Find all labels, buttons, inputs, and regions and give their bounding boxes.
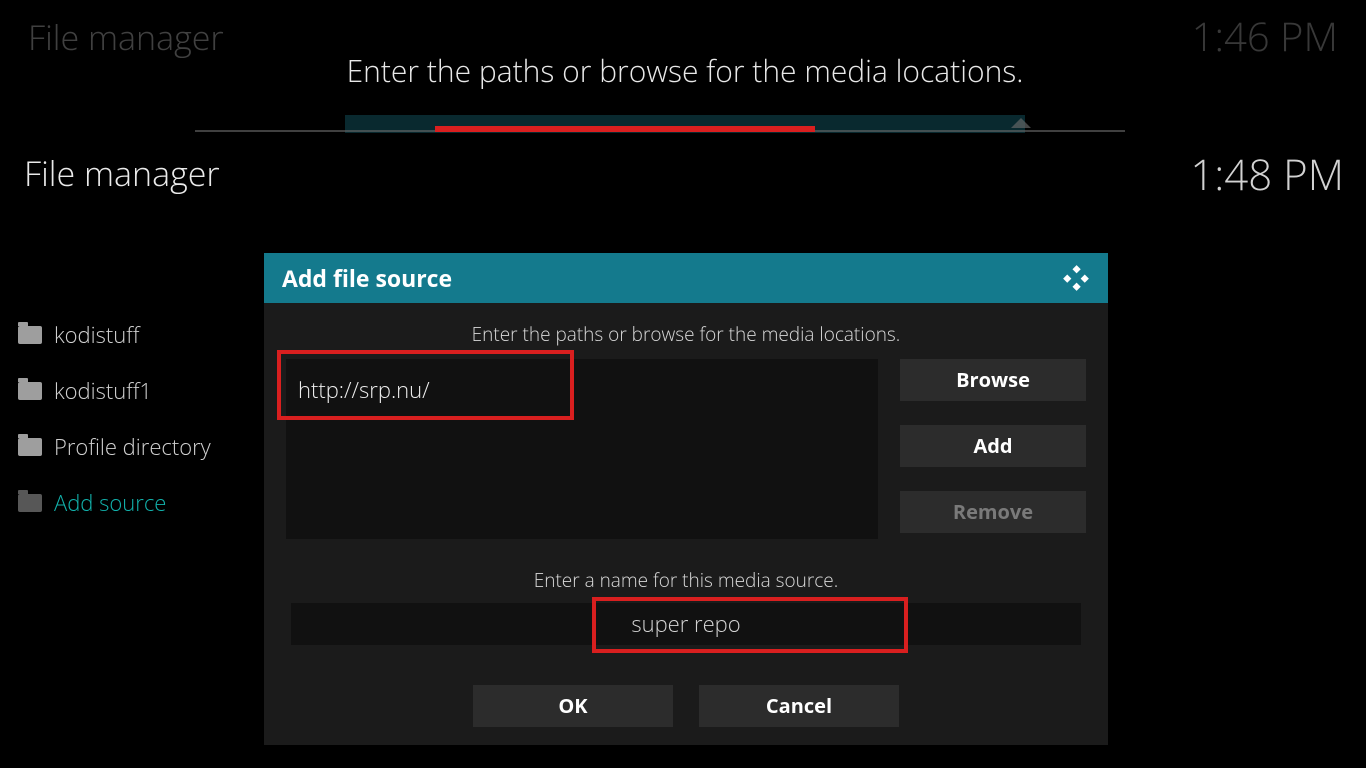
dialog-title: Add file source xyxy=(282,262,452,294)
ok-button[interactable]: OK xyxy=(473,685,673,727)
kodi-logo-icon xyxy=(1062,264,1090,292)
cancel-button[interactable]: Cancel xyxy=(699,685,899,727)
remove-button: Remove xyxy=(900,491,1086,533)
sidebar-item-label: kodistuff xyxy=(54,320,139,350)
add-file-source-dialog: Add file source Enter the paths or brows… xyxy=(264,253,1108,745)
clock: 1:48 PM xyxy=(1190,146,1344,203)
bg-clock: 1:46 PM xyxy=(1192,8,1338,63)
source-name-input[interactable]: super repo xyxy=(291,603,1081,645)
page-title: File manager xyxy=(24,150,220,196)
folder-icon xyxy=(18,382,42,400)
sidebar-item-kodistuff[interactable]: kodistuff xyxy=(18,320,211,350)
path-list[interactable]: http://srp.nu/ xyxy=(286,359,878,539)
file-list: kodistuff kodistuff1 Profile directory A… xyxy=(18,320,211,518)
dialog-titlebar: Add file source xyxy=(264,253,1108,303)
bg-page-title: File manager xyxy=(28,14,224,60)
sidebar-item-add-source[interactable]: Add source xyxy=(18,488,211,518)
sidebar-item-label: kodistuff1 xyxy=(54,376,152,406)
folder-icon xyxy=(18,438,42,456)
folder-icon xyxy=(18,494,42,512)
browse-button[interactable]: Browse xyxy=(900,359,1086,401)
bg-instruction: Enter the paths or browse for the media … xyxy=(300,50,1070,91)
sidebar-item-kodistuff1[interactable]: kodistuff1 xyxy=(18,376,211,406)
dialog-instruction-name: Enter a name for this media source. xyxy=(286,539,1086,603)
bg-scroll-caret-icon xyxy=(1011,118,1031,128)
sidebar-item-profile-directory[interactable]: Profile directory xyxy=(18,432,211,462)
folder-icon xyxy=(18,326,42,344)
add-button[interactable]: Add xyxy=(900,425,1086,467)
path-input[interactable]: http://srp.nu/ xyxy=(286,359,878,421)
sidebar-item-label: Profile directory xyxy=(54,432,211,462)
bg-annotation-bar xyxy=(435,126,815,132)
dialog-instruction-paths: Enter the paths or browse for the media … xyxy=(286,303,1086,359)
sidebar-item-label: Add source xyxy=(54,488,166,518)
